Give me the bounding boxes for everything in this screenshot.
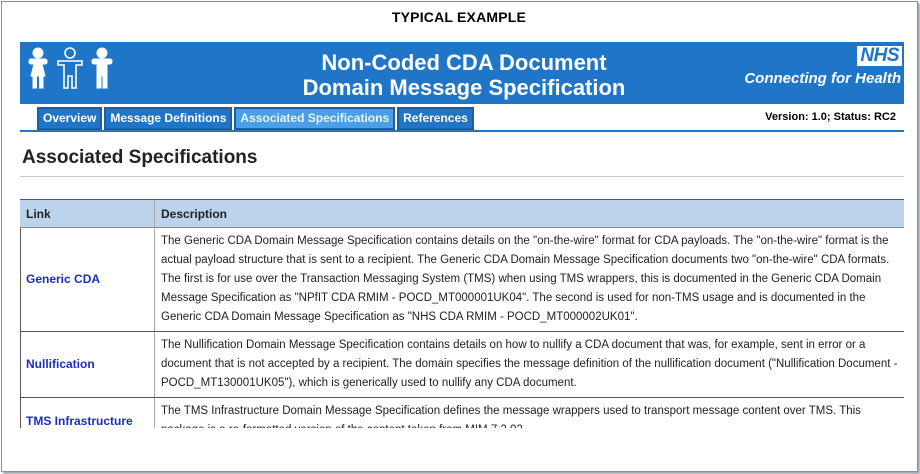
- row-description: The Generic CDA Domain Message Specifica…: [154, 227, 904, 332]
- link-tms-infrastructure[interactable]: TMS Infrastructure: [20, 397, 155, 428]
- nhs-tagline: Connecting for Health: [744, 70, 901, 87]
- link-nullification[interactable]: Nullification: [20, 331, 155, 398]
- table-row: Generic CDA The Generic CDA Domain Messa…: [20, 227, 904, 332]
- version-status: Version: 1.0; Status: RC2: [765, 111, 896, 123]
- specs-table: Link Description Generic CDA The Generic…: [20, 199, 904, 428]
- table-row: Nullification The Nullification Domain M…: [20, 331, 904, 398]
- column-header-link: Link: [20, 199, 155, 228]
- tab-list: Overview Message Definitions Associated …: [37, 107, 476, 130]
- nav-bar: Overview Message Definitions Associated …: [20, 104, 904, 132]
- figure-caption: TYPICAL EXAMPLE: [391, 9, 527, 25]
- tab-associated-specifications[interactable]: Associated Specifications: [234, 107, 396, 130]
- header-banner: Non-Coded CDA Document Domain Message Sp…: [20, 42, 904, 104]
- spec-title: Non-Coded CDA Document Domain Message Sp…: [180, 50, 748, 100]
- nhs-logo: NHS Connecting for Health: [734, 46, 904, 90]
- column-header-description: Description: [154, 199, 904, 228]
- tab-message-definitions[interactable]: Message Definitions: [104, 107, 233, 130]
- tab-overview[interactable]: Overview: [37, 107, 103, 130]
- table-row: TMS Infrastructure The TMS Infrastructur…: [20, 397, 904, 428]
- people-figures-icon: [28, 47, 113, 89]
- nhs-badge: NHS: [857, 46, 902, 66]
- tab-references[interactable]: References: [397, 107, 474, 130]
- link-generic-cda[interactable]: Generic CDA: [20, 227, 155, 332]
- table-header-row: Link Description: [20, 199, 904, 228]
- title-divider: [20, 176, 904, 177]
- row-description: The TMS Infrastructure Domain Message Sp…: [154, 397, 904, 428]
- spec-title-line1: Non-Coded CDA Document: [321, 50, 607, 75]
- spec-title-line2: Domain Message Specification: [302, 75, 626, 100]
- page-title: Associated Specifications: [22, 147, 258, 168]
- row-description: The Nullification Domain Message Specifi…: [154, 331, 904, 398]
- screenshot: Non-Coded CDA Document Domain Message Sp…: [20, 42, 904, 428]
